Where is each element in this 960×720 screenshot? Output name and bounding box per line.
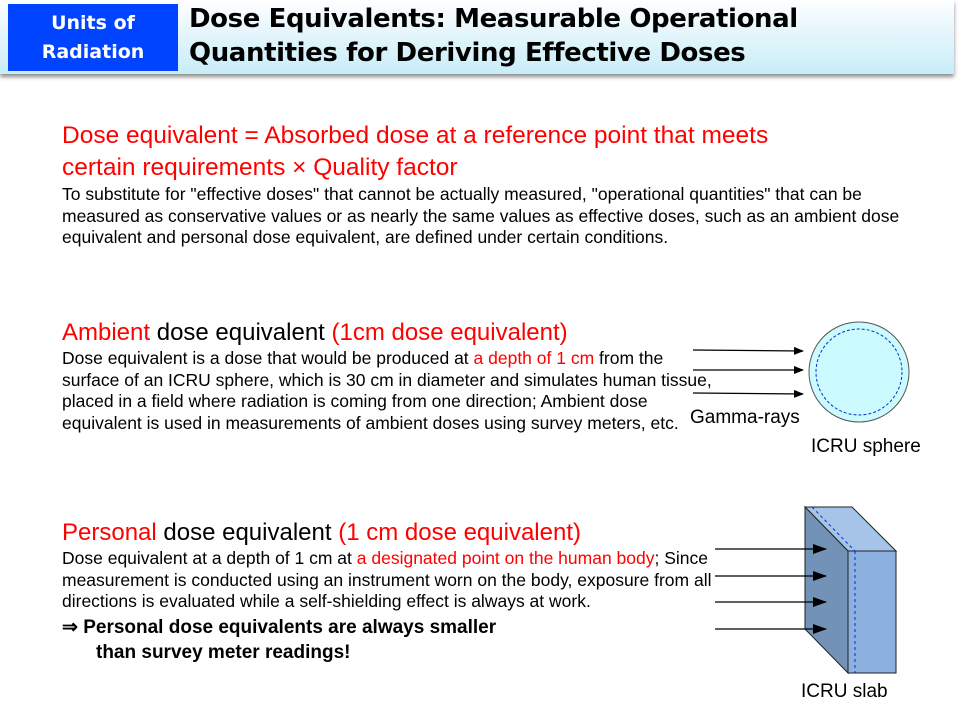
icru-sphere <box>808 321 910 423</box>
icru-sphere-label: ICRU sphere <box>811 436 921 457</box>
gamma-rays-label: Gamma-rays <box>690 407 800 428</box>
gamma-ray-arrow <box>692 389 804 398</box>
gamma-ray-arrow <box>692 346 804 355</box>
icru-slab-label: ICRU slab <box>801 681 888 702</box>
diagrams-layer <box>692 321 910 675</box>
